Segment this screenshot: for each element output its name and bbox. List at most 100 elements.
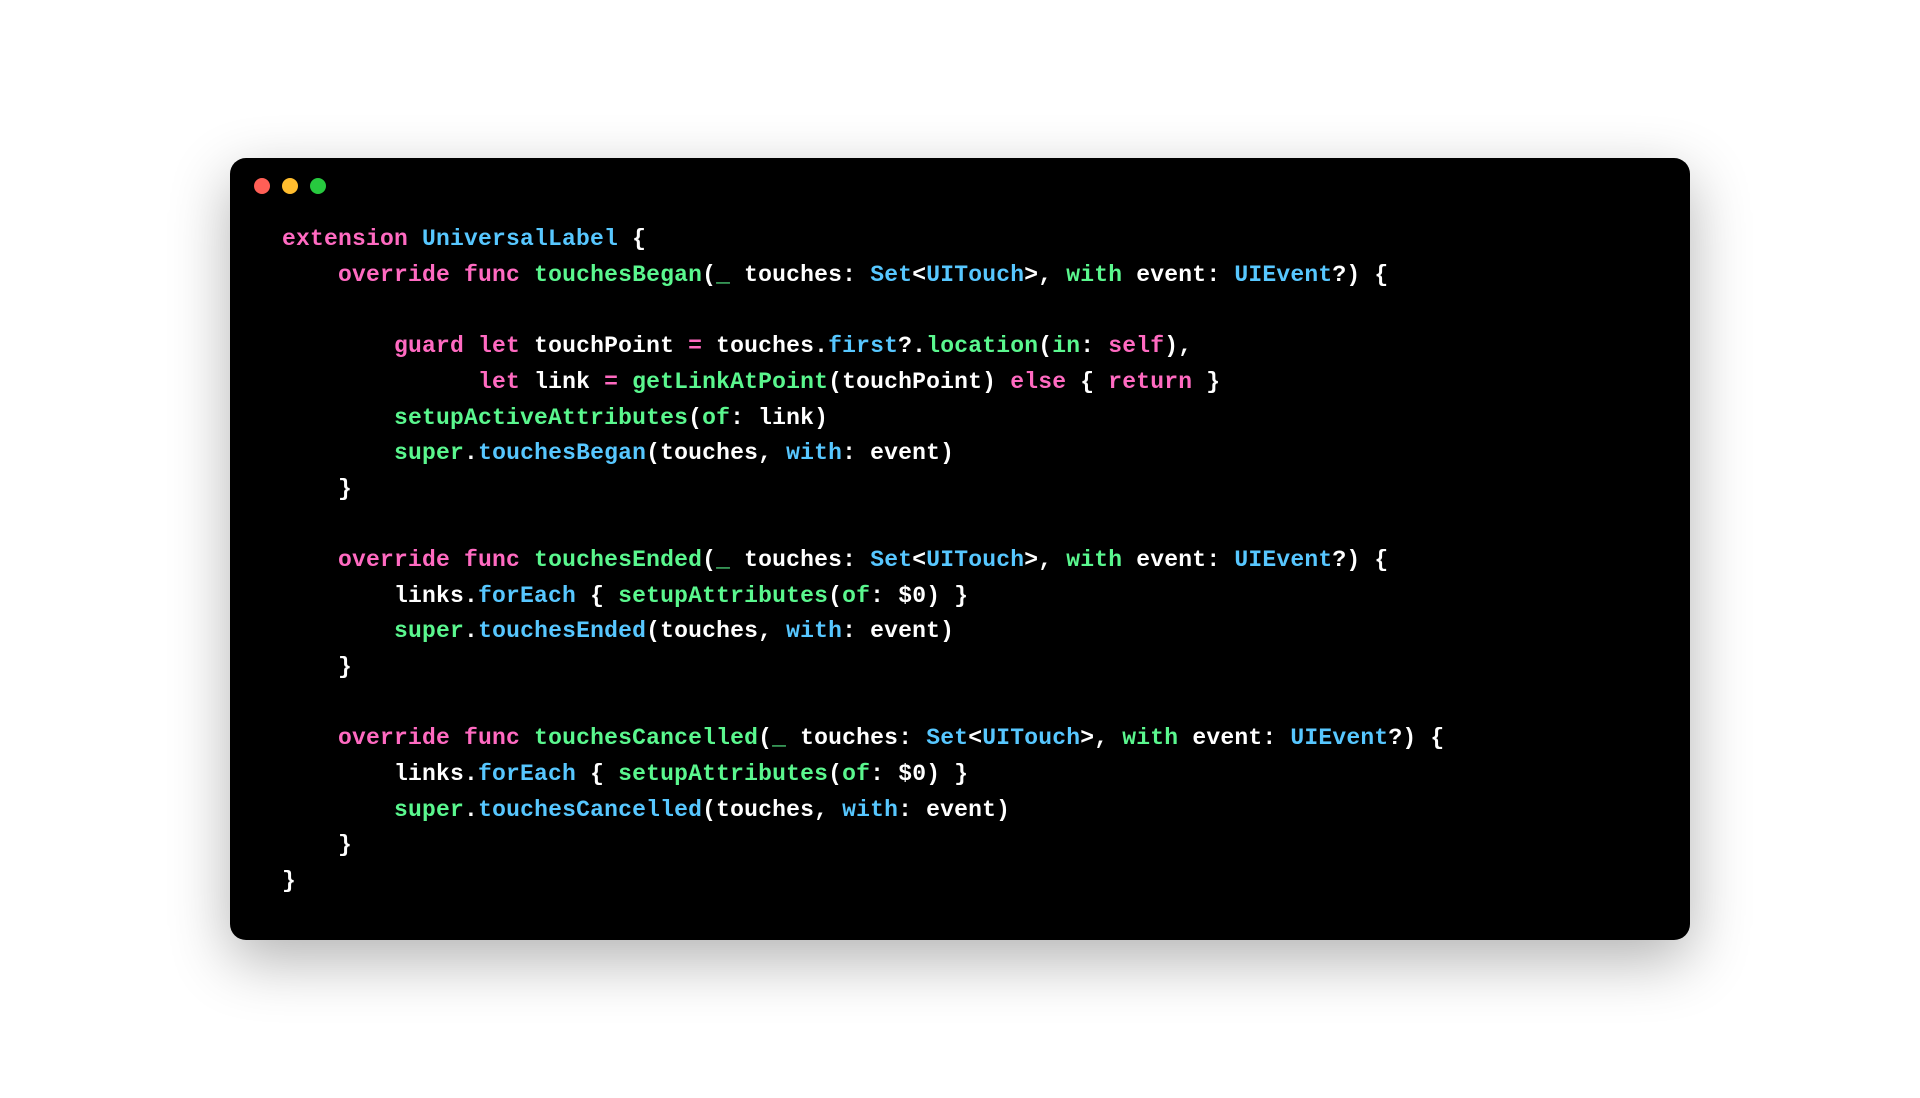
code-token: UITouch [926, 547, 1024, 573]
code-token: ?) { [1332, 547, 1388, 573]
code-token: } [282, 832, 352, 858]
code-token: { [1066, 369, 1108, 395]
code-line: links.forEach { setupAttributes(of: $0) … [282, 579, 1638, 615]
code-token: event [1136, 547, 1206, 573]
code-token: ( [688, 405, 702, 431]
code-token: UIEvent [1234, 547, 1332, 573]
code-token: (touchPoint) [828, 369, 1010, 395]
code-line: override func touchesEnded(_ touches: Se… [282, 543, 1638, 579]
code-token: with [1122, 725, 1178, 751]
code-line [282, 508, 1638, 544]
code-token: return [1108, 369, 1192, 395]
code-token: ? [898, 333, 912, 359]
code-token: first [828, 333, 898, 359]
code-token: >, [1080, 725, 1122, 751]
code-token: UITouch [982, 725, 1080, 751]
zoom-button[interactable] [310, 178, 326, 194]
code-token: event [1136, 262, 1206, 288]
code-line [282, 294, 1638, 330]
code-token: ?) { [1388, 725, 1444, 751]
code-token: forEach [478, 583, 576, 609]
code-line: setupActiveAttributes(of: link) [282, 401, 1638, 437]
code-token: touchesEnded [534, 547, 702, 573]
code-token: } [282, 654, 352, 680]
close-button[interactable] [254, 178, 270, 194]
code-token [520, 262, 534, 288]
code-token: setupActiveAttributes [394, 405, 688, 431]
code-token: else [1010, 369, 1066, 395]
code-token: : [870, 761, 898, 787]
code-token: . [464, 440, 478, 466]
code-token: touchesCancelled [534, 725, 758, 751]
code-editor[interactable]: extension UniversalLabel { override func… [230, 194, 1690, 939]
code-token: touches [744, 547, 842, 573]
code-token: ) } [926, 761, 968, 787]
code-line: } [282, 650, 1638, 686]
code-token [730, 547, 744, 573]
code-token: touches [800, 725, 898, 751]
code-window: extension UniversalLabel { override func… [230, 158, 1690, 939]
code-token: : [842, 262, 870, 288]
code-token: in [1052, 333, 1080, 359]
code-token: of [842, 761, 870, 787]
code-token [786, 725, 800, 751]
code-token [282, 512, 296, 538]
code-line: guard let touchPoint = touches.first?.lo… [282, 329, 1638, 365]
code-token: : [1206, 547, 1234, 573]
code-token: : [1262, 725, 1290, 751]
code-token: : [1080, 333, 1108, 359]
code-token: super [394, 618, 464, 644]
code-token: ) } [926, 583, 968, 609]
code-token [282, 440, 394, 466]
code-token: super [394, 797, 464, 823]
code-token: with [786, 618, 842, 644]
code-token: of [842, 583, 870, 609]
code-token [282, 405, 394, 431]
code-token [282, 797, 394, 823]
code-line: extension UniversalLabel { [282, 222, 1638, 258]
code-token [282, 369, 478, 395]
minimize-button[interactable] [282, 178, 298, 194]
code-token: < [912, 547, 926, 573]
code-token [1122, 547, 1136, 573]
code-line: } [282, 828, 1638, 864]
code-token [520, 547, 534, 573]
code-token: < [968, 725, 982, 751]
code-line: let link = getLinkAtPoint(touchPoint) el… [282, 365, 1638, 401]
code-token: $0 [898, 583, 926, 609]
code-token [282, 690, 296, 716]
code-token: (touches, [646, 440, 786, 466]
code-token: location [926, 333, 1038, 359]
code-token: : [898, 725, 926, 751]
code-line: super.touchesEnded(touches, with: event) [282, 614, 1638, 650]
code-token [282, 262, 338, 288]
code-line: } [282, 864, 1638, 900]
code-line: override func touchesCancelled(_ touches… [282, 721, 1638, 757]
code-token: forEach [478, 761, 576, 787]
code-token [282, 298, 296, 324]
code-line: override func touchesBegan(_ touches: Se… [282, 258, 1638, 294]
code-token: . [912, 333, 926, 359]
code-token [282, 547, 338, 573]
code-token: override func [338, 262, 520, 288]
code-token: of [702, 405, 730, 431]
code-token: let [478, 369, 520, 395]
code-token [730, 262, 744, 288]
code-token: ( [828, 583, 842, 609]
code-token: (touches, [702, 797, 842, 823]
code-token: >, [1024, 547, 1066, 573]
code-token: Set [870, 262, 912, 288]
code-token: _ [716, 262, 730, 288]
code-token [1122, 262, 1136, 288]
code-line: super.touchesBegan(touches, with: event) [282, 436, 1638, 472]
code-token: >, [1024, 262, 1066, 288]
code-token: } [282, 476, 352, 502]
code-token: self [1108, 333, 1164, 359]
code-token: extension [282, 226, 422, 252]
code-token [282, 618, 394, 644]
code-token: : event) [842, 440, 954, 466]
code-token: } [282, 868, 296, 894]
code-token: ), [1164, 333, 1192, 359]
code-token [520, 725, 534, 751]
code-token: links. [282, 761, 478, 787]
